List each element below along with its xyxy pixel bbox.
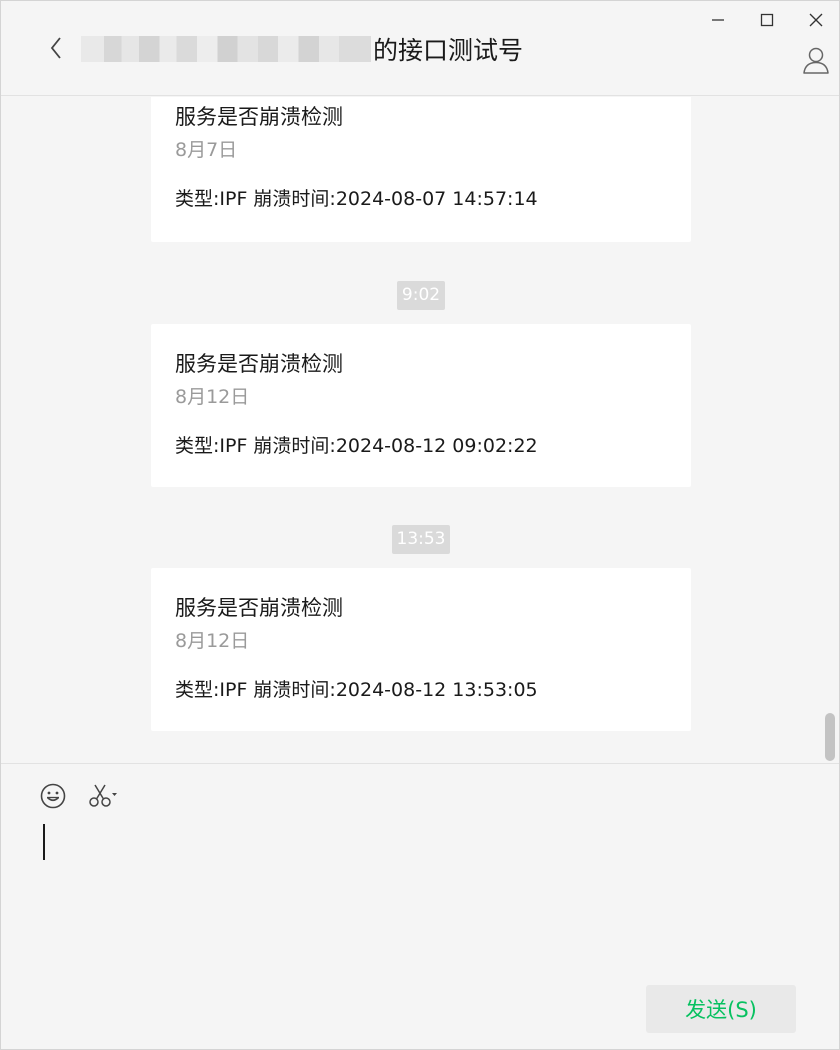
card-title: 服务是否崩溃检测 (175, 596, 343, 620)
card-body: 类型:IPF 崩溃时间:2024-08-12 09:02:22 (175, 435, 538, 457)
card-date: 8月12日 (175, 386, 250, 408)
card-body: 类型:IPF 崩溃时间:2024-08-07 14:57:14 (175, 188, 538, 210)
minimize-icon[interactable] (701, 7, 735, 33)
message-card[interactable]: 服务是否崩溃检测 8月7日 类型:IPF 崩溃时间:2024-08-07 14:… (151, 97, 691, 242)
message-list[interactable]: 服务是否崩溃检测 8月7日 类型:IPF 崩溃时间:2024-08-07 14:… (1, 97, 839, 763)
time-stamp: 13:53 (392, 525, 450, 554)
text-caret (43, 824, 45, 860)
card-body: 类型:IPF 崩溃时间:2024-08-12 13:53:05 (175, 679, 538, 701)
chat-window: 的接口测试号 服务是否崩溃检测 8月7日 类型:IPF 崩溃时间:2024-08… (0, 0, 840, 1050)
time-stamp: 9:02 (397, 281, 445, 310)
message-input[interactable] (37, 820, 807, 970)
message-card[interactable]: 服务是否崩溃检测 8月12日 类型:IPF 崩溃时间:2024-08-12 09… (151, 324, 691, 487)
chat-title: 的接口测试号 (81, 29, 523, 69)
card-title: 服务是否崩溃检测 (175, 105, 343, 129)
scrollbar-thumb[interactable] (825, 713, 835, 761)
input-area: 发送(S) (1, 763, 839, 1049)
card-title: 服务是否崩溃检测 (175, 352, 343, 376)
chevron-left-icon[interactable] (41, 33, 71, 63)
card-date: 8月12日 (175, 630, 250, 652)
smiley-icon[interactable] (37, 780, 69, 812)
person-icon[interactable] (801, 45, 831, 75)
chat-title-text: 的接口测试号 (373, 36, 524, 65)
card-date: 8月7日 (175, 139, 238, 161)
close-icon[interactable] (799, 7, 833, 33)
send-button[interactable]: 发送(S) (646, 985, 796, 1033)
scissors-icon[interactable] (87, 780, 121, 812)
chat-header: 的接口测试号 (1, 1, 839, 96)
maximize-icon[interactable] (750, 7, 784, 33)
message-card[interactable]: 服务是否崩溃检测 8月12日 类型:IPF 崩溃时间:2024-08-12 13… (151, 568, 691, 731)
redacted-name (81, 32, 371, 66)
